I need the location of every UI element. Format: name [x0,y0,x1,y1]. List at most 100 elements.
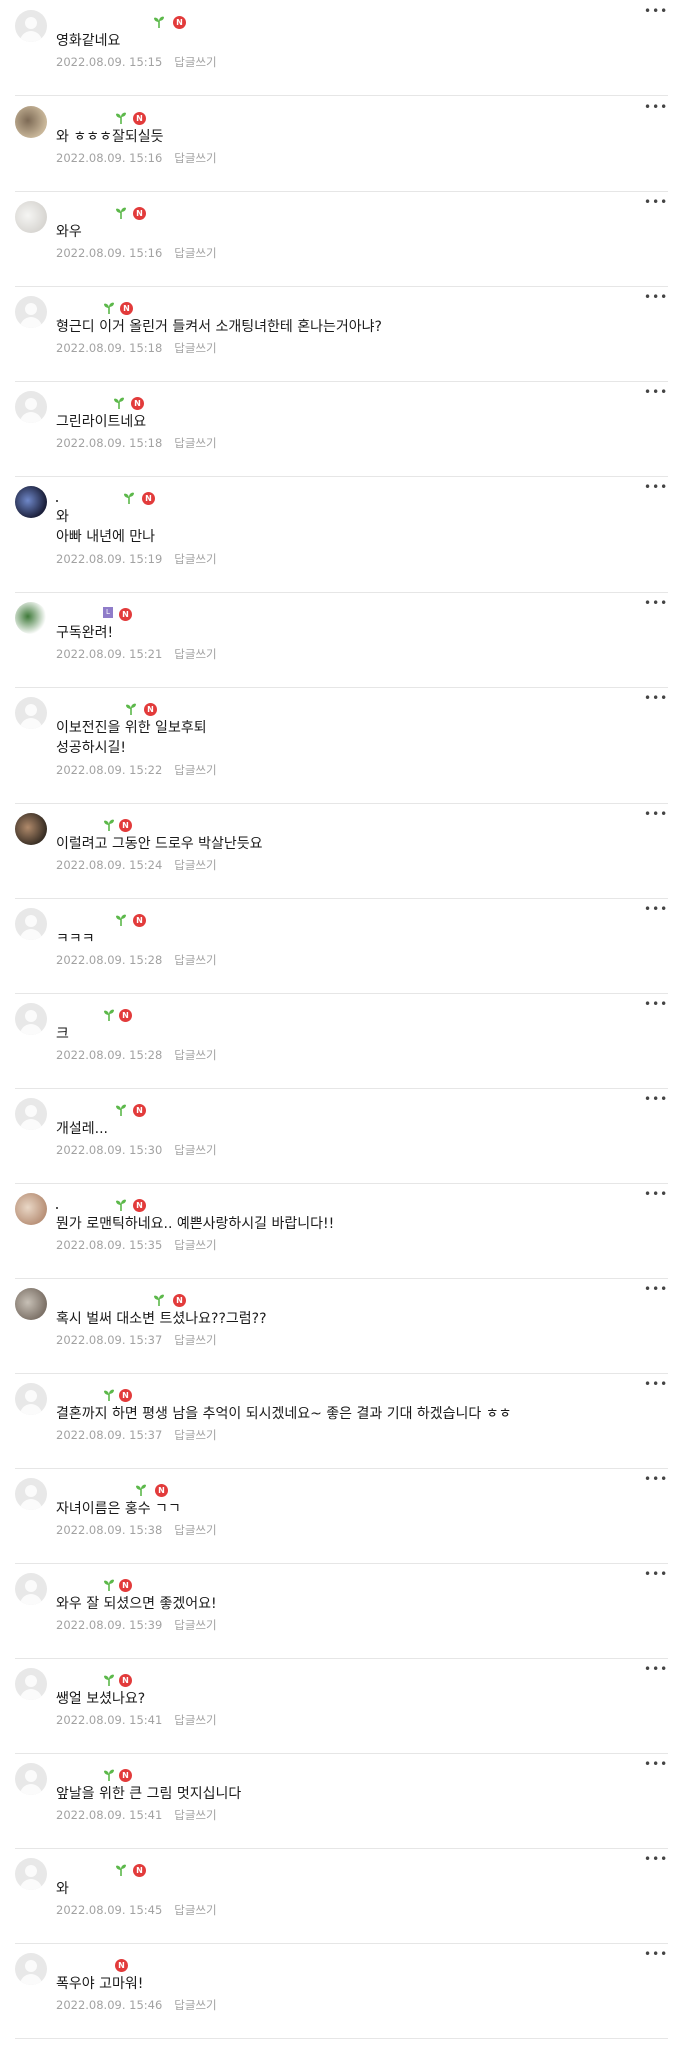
comment-date: 2022.08.09. 15:38 [56,1523,163,1537]
comment-item: N ••• 앞날을 위한 큰 그림 멋지십니다 2022.08.09. 15:41 답글… [15,1753,668,1849]
reply-button[interactable]: 답글쓰기 [174,1713,216,1727]
reply-button[interactable]: 답글쓰기 [174,1998,216,2012]
reply-button[interactable]: 답글쓰기 [174,552,216,566]
reply-button[interactable]: 답글쓰기 [174,1143,216,1157]
more-options-icon[interactable]: ••• [644,1473,668,1488]
comment-item: N ••• 형근디 이거 올린거 들켜서 소개팅녀한테 혼나는거아냐? 2022.08… [15,286,668,382]
reply-button[interactable]: 답글쓰기 [174,1523,216,1537]
more-options-icon[interactable]: ••• [644,481,668,496]
sprout-icon [153,1292,165,1306]
sprout-icon [103,1767,115,1781]
avatar[interactable] [15,1383,47,1415]
new-badge-icon: N [144,703,157,716]
avatar[interactable] [15,813,47,845]
reply-button[interactable]: 답글쓰기 [174,1618,216,1632]
comment-meta: 2022.08.09. 15:41 답글쓰기 [56,1807,217,1823]
comment-meta: 2022.08.09. 15:19 답글쓰기 [56,551,217,567]
comment-date: 2022.08.09. 15:19 [56,552,163,566]
sprout-icon [123,490,135,504]
avatar[interactable] [15,1573,47,1605]
reply-button[interactable]: 답글쓰기 [174,1238,216,1252]
avatar[interactable] [15,296,47,328]
avatar[interactable] [15,1668,47,1700]
avatar[interactable] [15,1003,47,1035]
comment-meta: 2022.08.09. 15:37 답글쓰기 [56,1332,217,1348]
more-options-icon[interactable]: ••• [644,5,668,20]
avatar[interactable] [15,1953,47,1985]
avatar[interactable] [15,201,47,233]
new-badge-icon: N [119,1009,132,1022]
comment-date: 2022.08.09. 15:39 [56,1618,163,1632]
avatar[interactable] [15,1288,47,1320]
more-options-icon[interactable]: ••• [644,196,668,211]
reply-button[interactable]: 답글쓰기 [174,151,216,165]
reply-button[interactable]: 답글쓰기 [174,436,216,450]
new-badge-icon: N [155,1484,168,1497]
reply-button[interactable]: 답글쓰기 [174,1428,216,1442]
comment-item: N ••• 와 2022.08.09. 15:45 답글쓰기 [15,1848,668,1944]
sprout-icon [103,1672,115,1686]
avatar[interactable] [15,908,47,940]
reply-button[interactable]: 답글쓰기 [174,55,216,69]
sprout-icon [113,395,125,409]
more-options-icon[interactable]: ••• [644,291,668,306]
avatar[interactable] [15,486,47,518]
comment-date: 2022.08.09. 15:18 [56,436,163,450]
avatar[interactable] [15,10,47,42]
more-options-icon[interactable]: ••• [644,1758,668,1773]
comment-text: 와우 [56,224,82,240]
reply-button[interactable]: 답글쓰기 [174,246,216,260]
nickname-dot [56,500,58,502]
comment-item: N ••• 혹시 벌써 대소변 트셨나요??그럼?? 2022.08.09. 15:3… [15,1278,668,1374]
more-options-icon[interactable]: ••• [644,692,668,707]
more-options-icon[interactable]: ••• [644,1663,668,1678]
comment-date: 2022.08.09. 15:28 [56,953,163,967]
more-options-icon[interactable]: ••• [644,1378,668,1393]
more-options-icon[interactable]: ••• [644,386,668,401]
more-options-icon[interactable]: ••• [644,1853,668,1868]
more-options-icon[interactable]: ••• [644,101,668,116]
sprout-icon [103,300,115,314]
more-options-icon[interactable]: ••• [644,1283,668,1298]
more-options-icon[interactable]: ••• [644,597,668,612]
avatar[interactable] [15,1478,47,1510]
comment-meta: 2022.08.09. 15:46 답글쓰기 [56,1997,217,2013]
new-badge-icon: N [119,1389,132,1402]
new-badge-icon: N [115,1959,128,1972]
avatar[interactable] [15,697,47,729]
reply-button[interactable]: 답글쓰기 [174,1903,216,1917]
comment-item: N ••• ㅋㅋㅋ 2022.08.09. 15:28 답글쓰기 [15,898,668,994]
reply-button[interactable]: 답글쓰기 [174,1048,216,1062]
comment-meta: 2022.08.09. 15:39 답글쓰기 [56,1617,217,1633]
sprout-icon [115,1197,127,1211]
avatar[interactable] [15,602,47,634]
avatar[interactable] [15,391,47,423]
reply-button[interactable]: 답글쓰기 [174,1333,216,1347]
avatar[interactable] [15,1098,47,1130]
more-options-icon[interactable]: ••• [644,1568,668,1583]
more-options-icon[interactable]: ••• [644,808,668,823]
reply-button[interactable]: 답글쓰기 [174,1808,216,1822]
more-options-icon[interactable]: ••• [644,1948,668,1963]
comment-meta: 2022.08.09. 15:16 답글쓰기 [56,245,217,261]
comment-item: N ••• 이럴려고 그동안 드로우 박살난듯요 2022.08.09. 15:24 답… [15,803,668,899]
avatar[interactable] [15,1193,47,1225]
sprout-icon [103,817,115,831]
reply-button[interactable]: 답글쓰기 [174,763,216,777]
avatar[interactable] [15,106,47,138]
sprout-icon [115,205,127,219]
reply-button[interactable]: 답글쓰기 [174,647,216,661]
more-options-icon[interactable]: ••• [644,903,668,918]
more-options-icon[interactable]: ••• [644,1093,668,1108]
more-options-icon[interactable]: ••• [644,998,668,1013]
new-badge-icon: N [133,1199,146,1212]
avatar[interactable] [15,1763,47,1795]
more-options-icon[interactable]: ••• [644,1188,668,1203]
reply-button[interactable]: 답글쓰기 [174,858,216,872]
avatar[interactable] [15,1858,47,1890]
reply-button[interactable]: 답글쓰기 [174,341,216,355]
comment-text: 이럴려고 그동안 드로우 박살난듯요 [56,836,263,852]
comment-date: 2022.08.09. 15:37 [56,1428,163,1442]
comment-item: N ••• 영화같네요 2022.08.09. 15:15 답글쓰기 [15,0,668,96]
reply-button[interactable]: 답글쓰기 [174,953,216,967]
